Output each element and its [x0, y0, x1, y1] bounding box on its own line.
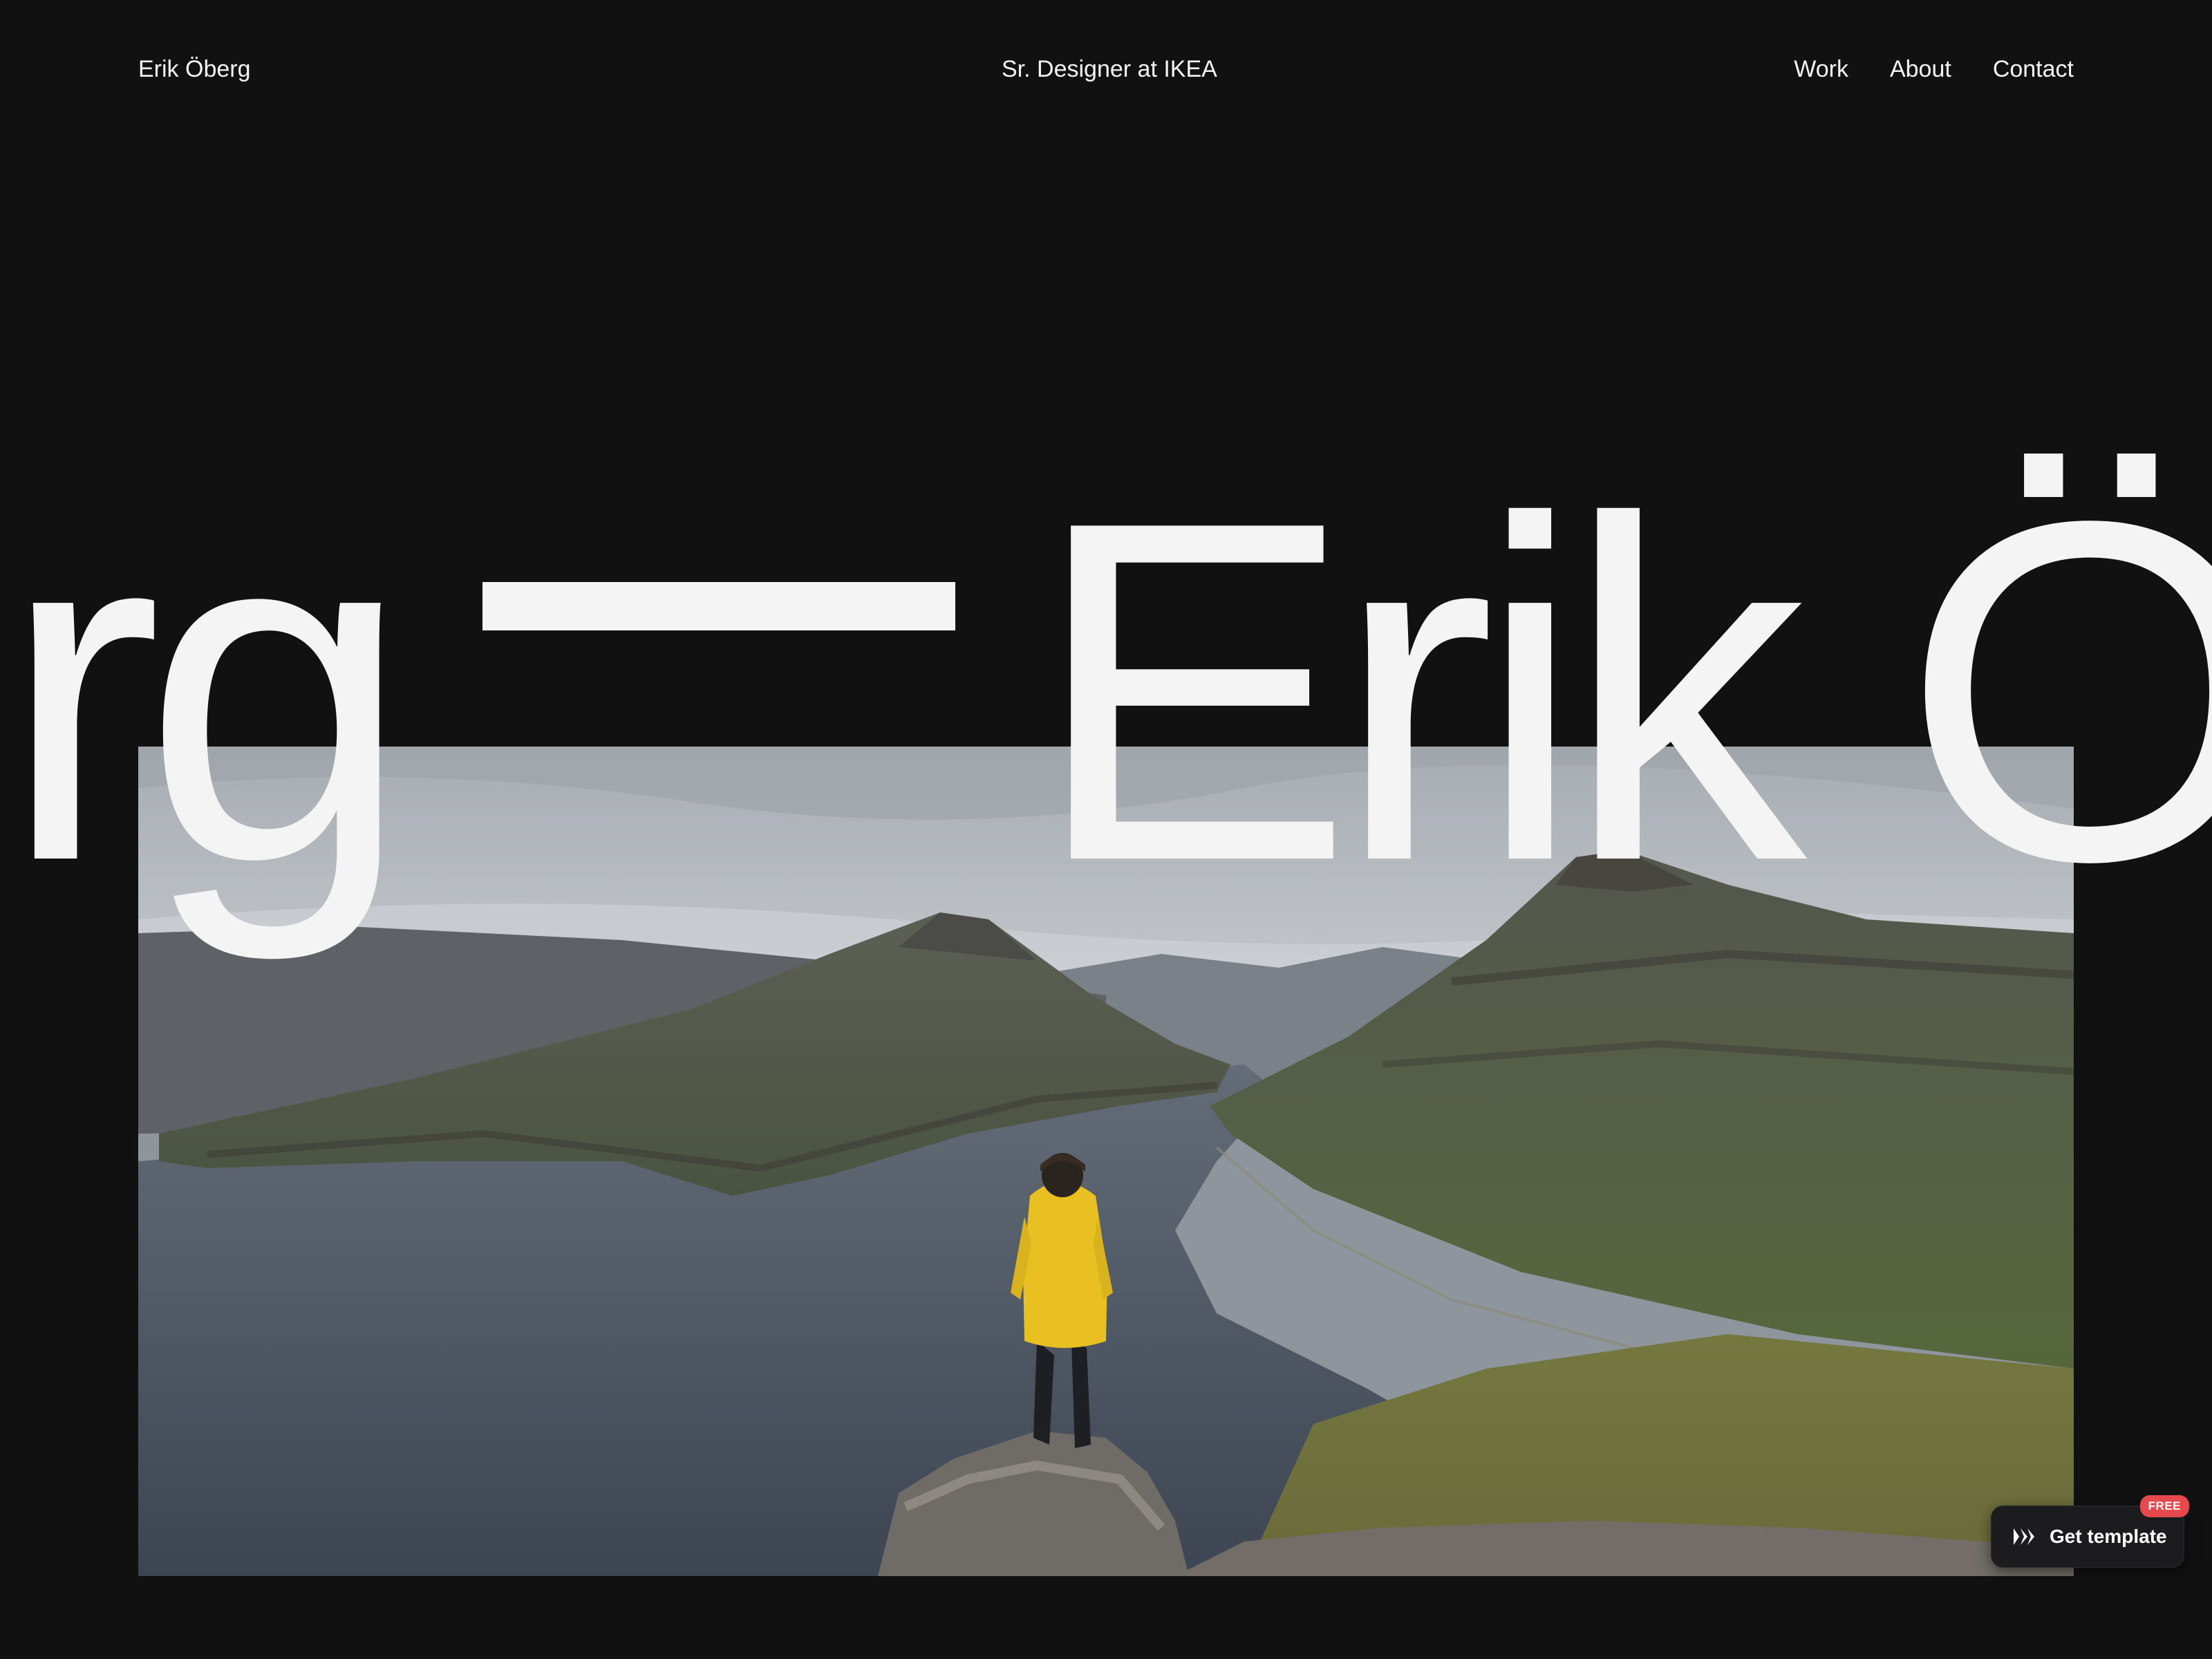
brand-name[interactable]: Erik Öberg	[138, 53, 251, 86]
job-title: Sr. Designer at IKEA	[1002, 56, 1217, 82]
framer-logo-icon	[2014, 1528, 2034, 1545]
em-dash-divider	[482, 582, 955, 630]
nav-work-link[interactable]: Work	[1794, 53, 1848, 86]
main-nav: Work About Contact	[1794, 53, 2074, 86]
get-template-button[interactable]: Get template FREE	[1991, 1495, 2189, 1568]
hero-photo	[138, 747, 2074, 1576]
site-header: Erik Öberg Sr. Designer at IKEA Work Abo…	[0, 0, 2212, 138]
free-badge: FREE	[2139, 1495, 2189, 1517]
fjord-landscape-image	[138, 747, 2074, 1576]
nav-about-link[interactable]: About	[1890, 53, 1951, 86]
nav-contact-link[interactable]: Contact	[1993, 53, 2074, 86]
get-template-label: Get template	[2050, 1526, 2167, 1547]
